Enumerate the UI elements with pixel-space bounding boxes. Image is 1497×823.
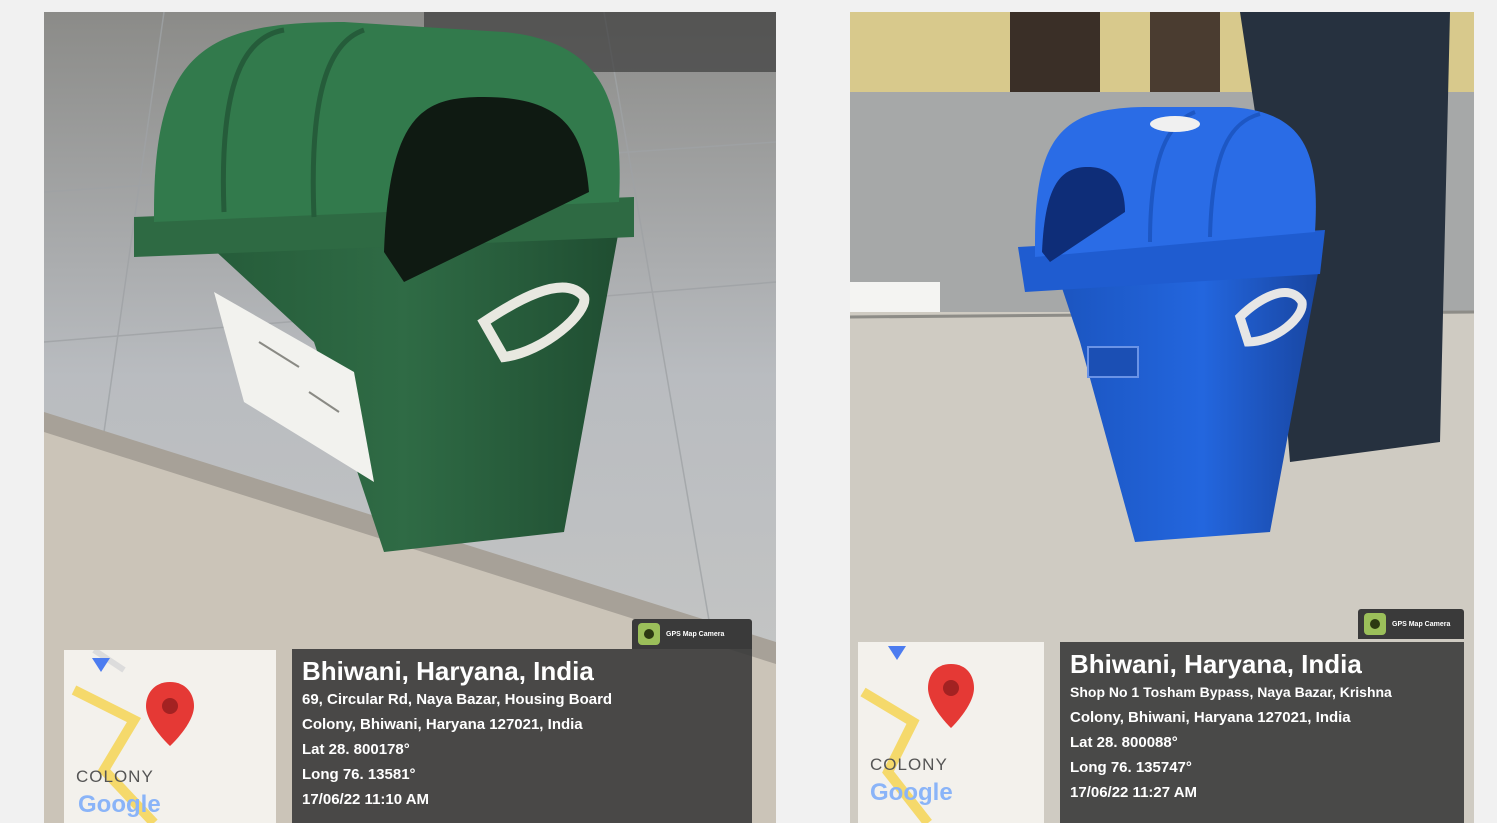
latitude: Lat 28. 800088° <box>1070 734 1178 751</box>
address-line-2: Colony, Bhiwani, Haryana 127021, India <box>1070 709 1351 726</box>
google-logo: Google <box>870 779 953 806</box>
google-logo: Google <box>78 791 161 818</box>
longitude: Long 76. 135747° <box>1070 759 1192 776</box>
photo-blue-bin: GPS Map Camera COLONY Google Bhiwani, Ha… <box>850 12 1474 823</box>
map-area-label: COLONY <box>870 755 948 774</box>
address-line-2: Colony, Bhiwani, Haryana 127021, India <box>302 716 583 733</box>
timestamp: 17/06/22 11:10 AM <box>302 791 430 808</box>
photo-green-bin: GPS Map Camera COLONY Google Bhiwani, Ha… <box>44 12 776 823</box>
longitude: Long 76. 13581° <box>302 766 416 783</box>
location-info-panel: Bhiwani, Haryana, India Shop No 1 Tosham… <box>1060 642 1464 823</box>
gps-badge-label: GPS Map Camera <box>666 630 725 638</box>
address-line-1: 69, Circular Rd, Naya Bazar, Housing Boa… <box>302 691 613 708</box>
map-thumbnail: COLONY Google <box>858 642 1044 823</box>
gps-map-camera-badge: GPS Map Camera <box>632 619 752 649</box>
location-title: Bhiwani, Haryana, India <box>302 656 594 686</box>
gps-badge-label: GPS Map Camera <box>1392 620 1451 628</box>
gps-map-camera-badge: GPS Map Camera <box>1358 609 1464 639</box>
address-line-1: Shop No 1 Tosham Bypass, Naya Bazar, Kri… <box>1070 684 1392 700</box>
map-thumbnail: COLONY Google <box>64 650 276 823</box>
latitude: Lat 28. 800178° <box>302 741 410 758</box>
timestamp: 17/06/22 11:27 AM <box>1070 784 1198 801</box>
location-title: Bhiwani, Haryana, India <box>1070 649 1362 679</box>
gps-camera-app-icon <box>1364 613 1386 635</box>
map-area-label: COLONY <box>76 767 154 786</box>
gps-camera-app-icon <box>638 623 660 645</box>
location-info-panel: Bhiwani, Haryana, India 69, Circular Rd,… <box>292 649 752 823</box>
